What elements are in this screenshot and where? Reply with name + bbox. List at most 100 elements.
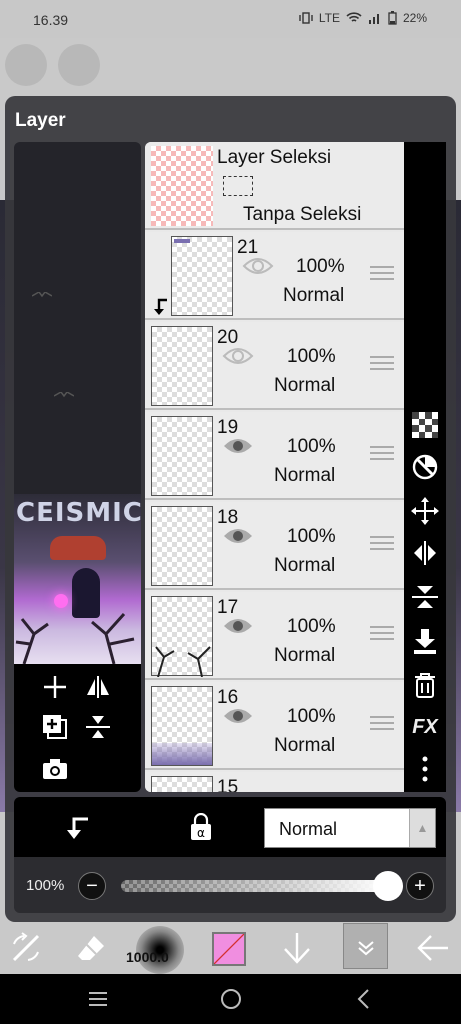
drag-handle-icon[interactable] bbox=[370, 536, 394, 552]
chevron-up-icon[interactable]: ▲ bbox=[409, 809, 435, 847]
eye-icon[interactable] bbox=[222, 706, 254, 726]
battery-icon bbox=[388, 11, 397, 25]
layer-opacity: 100% bbox=[296, 256, 345, 277]
trash-icon bbox=[415, 673, 435, 698]
vibrate-icon bbox=[299, 12, 313, 24]
selection-thumbnail bbox=[151, 146, 213, 226]
layer-opacity: 100% bbox=[287, 436, 336, 457]
layer-row[interactable]: 20 100% Normal bbox=[145, 322, 404, 410]
selection-layer-row[interactable]: Layer Seleksi Tanpa Seleksi bbox=[145, 142, 404, 230]
layer-opacity: 100% bbox=[287, 616, 336, 637]
network-type: LTE bbox=[318, 11, 340, 25]
drag-handle-icon[interactable] bbox=[370, 446, 394, 462]
drag-handle-icon[interactable] bbox=[370, 716, 394, 732]
clipping-button[interactable] bbox=[64, 813, 90, 846]
eye-icon[interactable] bbox=[222, 436, 254, 456]
opacity-decrease-button[interactable]: − bbox=[78, 872, 106, 900]
fx-button[interactable]: FX bbox=[410, 712, 440, 742]
delete-layer-button[interactable] bbox=[410, 670, 440, 700]
recent-apps-icon[interactable] bbox=[88, 991, 108, 1007]
panel-title: Layer bbox=[15, 110, 66, 131]
layer-menu-button[interactable] bbox=[343, 923, 388, 969]
merge-down-button[interactable] bbox=[410, 626, 440, 656]
more-icon bbox=[422, 756, 428, 782]
flip-vertical-button[interactable] bbox=[410, 582, 440, 612]
tree-branches bbox=[15, 612, 135, 664]
lock-alpha-button[interactable]: α bbox=[188, 812, 214, 846]
home-icon[interactable] bbox=[220, 988, 242, 1010]
flip-icon bbox=[414, 541, 436, 565]
selection-marquee-icon bbox=[223, 176, 253, 196]
layer-row[interactable]: 18 100% Normal bbox=[145, 502, 404, 590]
layer-row[interactable]: 17 100% Normal bbox=[145, 592, 404, 680]
add-layer-icon bbox=[44, 676, 66, 698]
redo-button[interactable] bbox=[58, 44, 100, 86]
lock-alpha-icon: α bbox=[191, 812, 211, 840]
transparency-button[interactable] bbox=[410, 410, 440, 440]
flip-button[interactable] bbox=[410, 538, 440, 568]
layer-opacity: 100% bbox=[287, 706, 336, 727]
selection-layer-title: Layer Seleksi bbox=[217, 147, 332, 168]
eye-icon[interactable] bbox=[222, 346, 254, 366]
system-nav-bar bbox=[0, 974, 461, 1024]
move-button[interactable] bbox=[410, 496, 440, 526]
selection-layer-status: Tanpa Seleksi bbox=[243, 204, 362, 225]
undo-button[interactable] bbox=[5, 44, 47, 86]
back-button[interactable] bbox=[415, 930, 451, 966]
layer-row[interactable]: 15 bbox=[145, 772, 404, 792]
flip-horizontal-button[interactable] bbox=[81, 670, 115, 704]
flip-horizontal-icon bbox=[87, 676, 109, 698]
camera-button[interactable] bbox=[38, 752, 72, 786]
nav-back-icon[interactable] bbox=[356, 988, 370, 1010]
layer-blend-mode: Normal bbox=[274, 465, 336, 486]
layer-thumbnail bbox=[151, 776, 213, 792]
layer-list[interactable]: Layer Seleksi Tanpa Seleksi 21 100% Norm… bbox=[145, 142, 404, 792]
more-button[interactable] bbox=[410, 754, 440, 784]
opacity-slider-knob[interactable] bbox=[373, 871, 403, 901]
layer-row[interactable]: 21 100% Normal bbox=[145, 232, 404, 320]
artwork-thumbnail: CEISMIC bbox=[14, 494, 141, 664]
status-icons: LTE 22% bbox=[299, 11, 427, 25]
layer-thumbnail bbox=[151, 326, 213, 406]
camera-icon bbox=[43, 759, 67, 779]
wifi-icon bbox=[346, 12, 362, 22]
layer-row[interactable]: 16 100% Normal bbox=[145, 682, 404, 770]
layer-thumbnail bbox=[151, 596, 213, 677]
layer-thumbnail bbox=[151, 686, 213, 766]
move-icon bbox=[411, 497, 439, 525]
layer-number: 15 bbox=[217, 777, 239, 792]
invert-icon bbox=[412, 454, 438, 480]
layer-row[interactable]: 19 100% Normal bbox=[145, 412, 404, 500]
canvas-preview[interactable] bbox=[14, 142, 141, 494]
duplicate-icon bbox=[43, 715, 67, 739]
color-picker-button[interactable] bbox=[212, 932, 246, 966]
eye-icon[interactable] bbox=[242, 256, 274, 276]
add-layer-button[interactable] bbox=[38, 670, 72, 704]
status-bar: 16.39 LTE 22% bbox=[0, 0, 461, 38]
eraser-tool-button[interactable] bbox=[74, 930, 110, 966]
right-toolbar: FX bbox=[404, 142, 446, 792]
duplicate-layer-button[interactable] bbox=[38, 710, 72, 744]
artwork-monster bbox=[50, 536, 106, 560]
chevron-down-icon bbox=[358, 941, 374, 956]
layer-blend-mode: Normal bbox=[274, 375, 336, 396]
blend-mode-select[interactable]: Normal ▲ bbox=[264, 808, 436, 848]
drag-handle-icon[interactable] bbox=[370, 626, 394, 642]
opacity-value: 100% bbox=[26, 877, 65, 894]
opacity-increase-button[interactable]: + bbox=[406, 872, 434, 900]
opacity-slider[interactable] bbox=[121, 880, 389, 892]
drag-handle-icon[interactable] bbox=[370, 356, 394, 372]
merge-layer-button[interactable] bbox=[81, 710, 115, 744]
clip-arrow-icon bbox=[154, 298, 167, 315]
transform-icon bbox=[12, 932, 40, 962]
eye-icon[interactable] bbox=[222, 616, 254, 636]
layer-action-tools bbox=[14, 664, 141, 792]
artwork-title: CEISMIC bbox=[16, 498, 141, 528]
transform-tool-button[interactable] bbox=[8, 930, 44, 966]
eraser-icon bbox=[78, 936, 104, 960]
layer-down-button[interactable] bbox=[279, 930, 315, 966]
invert-button[interactable] bbox=[410, 452, 440, 482]
eye-icon[interactable] bbox=[222, 526, 254, 546]
drag-handle-icon[interactable] bbox=[370, 266, 394, 282]
blend-mode-value: Normal bbox=[279, 819, 338, 839]
